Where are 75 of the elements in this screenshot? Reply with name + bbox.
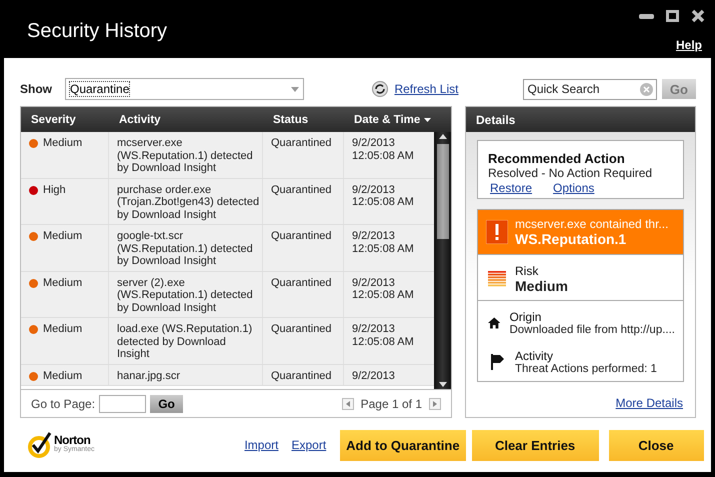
- footer-link[interactable]: Export: [291, 438, 326, 452]
- action-link[interactable]: Options: [553, 181, 594, 195]
- activity-cell: server (2).exe (WS.Reputation.1) detected by Download Insight: [109, 272, 263, 317]
- severity-cell: Medium: [21, 318, 109, 364]
- date-cell: 9/2/2013 12:05:08 AM: [344, 318, 434, 364]
- show-dropdown[interactable]: Quarantine: [65, 78, 304, 100]
- show-label: Show: [20, 82, 52, 96]
- date-cell: 9/2/2013 12:05:08 AM: [344, 178, 434, 224]
- check-logo-icon: [28, 432, 52, 458]
- previous-page-button[interactable]: [342, 398, 354, 410]
- left-arrow-icon: [346, 400, 350, 406]
- threat-name: WS.Reputation.1: [515, 231, 628, 247]
- status-cell: Quarantined: [263, 178, 344, 224]
- status-cell: Quarantined: [263, 272, 344, 317]
- status-cell: Quarantined: [263, 318, 344, 364]
- refresh-icon: [372, 81, 388, 97]
- column-header[interactable]: Activity: [109, 114, 263, 126]
- activity-cell: hanar.jpg.scr: [109, 364, 263, 385]
- status-cell: Quarantined: [263, 132, 344, 178]
- minimize-icon[interactable]: [639, 14, 654, 18]
- action-button[interactable]: Close: [608, 430, 704, 460]
- close-icon[interactable]: [691, 9, 705, 23]
- maximize-icon[interactable]: [666, 10, 679, 22]
- risk-bars-icon: [488, 271, 506, 287]
- help-link[interactable]: Help: [676, 38, 702, 52]
- fact-label: Risk: [515, 264, 540, 278]
- brand-name: Norton: [54, 435, 90, 445]
- threat-title: mcserver.exe contained thr...: [515, 217, 668, 231]
- more-details-link[interactable]: More Details: [616, 396, 683, 410]
- activity-cell: mcserver.exe (WS.Reputation.1) detected by Download Insight: [109, 132, 263, 178]
- resolution-text: Resolved - No Action Required: [488, 166, 654, 180]
- date-cell: 9/2/2013 12:05:08 AM: [344, 132, 434, 178]
- window-title: Security History: [27, 20, 168, 43]
- fact-value: Medium: [515, 278, 568, 294]
- activity-cell: purchase order.exe (Trojan.Zbot!gen43) detected by Download Insight: [109, 178, 263, 224]
- column-header[interactable]: Date & Time: [344, 114, 436, 126]
- scrollbar[interactable]: [434, 132, 451, 389]
- status-cell: Quarantined: [263, 225, 344, 270]
- date-cell: 9/2/2013 12:05:08 AM: [344, 225, 434, 270]
- column-header[interactable]: Severity: [21, 114, 109, 126]
- details-header: Details: [466, 107, 695, 132]
- right-arrow-icon: [433, 400, 437, 406]
- date-cell: 9/2/2013 12:05:08 AM: [344, 272, 434, 317]
- footer-link[interactable]: Import: [244, 438, 278, 452]
- page-go-button[interactable]: Go: [150, 394, 184, 412]
- home-icon: [488, 315, 500, 331]
- fact-label: Origin: [509, 310, 542, 324]
- caret-icon: [291, 86, 300, 92]
- card-title: Recommended Action: [488, 151, 626, 166]
- severity-cell: Medium: [21, 132, 109, 178]
- scroll-down-icon[interactable]: [438, 379, 447, 389]
- fact-value: Downloaded file from http://up....: [509, 324, 675, 336]
- activity-cell: google-txt.scr (WS.Reputation.1) detected by Download Insight: [109, 225, 263, 270]
- next-page-button[interactable]: [429, 398, 441, 410]
- page-indicator: Page 1 of 1: [360, 396, 422, 410]
- severity-cell: Medium: [21, 272, 109, 317]
- search-field[interactable]: Quick Search: [523, 78, 657, 100]
- scroll-up-icon[interactable]: [438, 132, 447, 142]
- action-link[interactable]: Restore: [490, 181, 532, 195]
- refresh-link[interactable]: Refresh List: [372, 81, 458, 97]
- date-cell: 9/2/2013: [344, 364, 434, 385]
- fact-label: Activity: [515, 349, 554, 363]
- status-cell: Quarantined: [263, 364, 344, 385]
- fact-value: Threat Actions performed: 1: [515, 363, 657, 375]
- activity-cell: load.exe (WS.Reputation.1) detected by Download Insight: [109, 318, 263, 364]
- page-input[interactable]: [99, 394, 146, 412]
- go-to-page-label: Go to Page:: [31, 396, 96, 410]
- action-button[interactable]: Clear Entries: [472, 430, 599, 460]
- severity-cell: Medium: [21, 364, 109, 385]
- warning-icon: [486, 220, 508, 244]
- column-header[interactable]: Status: [263, 114, 344, 126]
- severity-cell: High: [21, 178, 109, 224]
- action-button[interactable]: Add to Quarantine: [340, 430, 466, 460]
- severity-cell: Medium: [21, 225, 109, 270]
- flag-icon: [488, 354, 506, 370]
